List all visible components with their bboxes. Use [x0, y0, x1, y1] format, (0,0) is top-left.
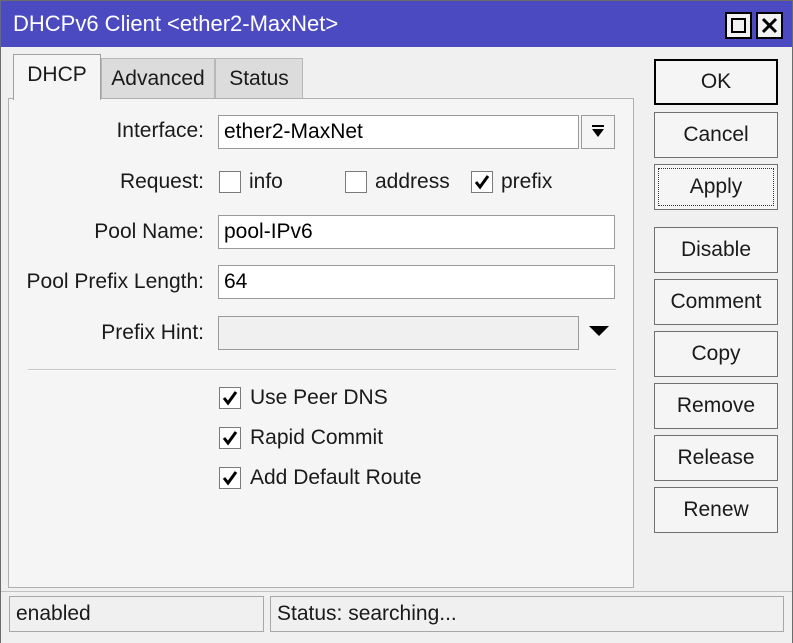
add-default-route-label: Add Default Route: [250, 466, 422, 489]
close-x-glyph: [761, 17, 778, 34]
prefix-hint-expand-icon[interactable]: [589, 326, 609, 336]
status-bar: enabled Status: searching...: [1, 591, 792, 643]
add-default-route-checkbox[interactable]: [219, 467, 241, 489]
tab-status[interactable]: Status: [215, 58, 303, 98]
pool-prefix-length-label: Pool Prefix Length:: [26, 270, 204, 293]
checkmark-icon: [474, 175, 490, 190]
window-title: DHCPv6 Client <ether2-MaxNet>: [13, 11, 339, 36]
remove-button[interactable]: Remove: [654, 383, 778, 429]
checkmark-icon: [222, 391, 238, 406]
tab-dhcp[interactable]: DHCP: [13, 54, 101, 100]
dhcpv6-client-window: DHCPv6 Client <ether2-MaxNet> DHCP Advan…: [0, 0, 793, 643]
maximize-icon[interactable]: [725, 12, 752, 39]
request-address-checkbox[interactable]: [345, 171, 367, 193]
interface-label: Interface:: [116, 119, 204, 142]
dropdown-arrow-icon: [592, 125, 604, 137]
renew-button[interactable]: Renew: [654, 487, 778, 533]
status-enabled: enabled: [9, 596, 264, 632]
disable-button[interactable]: Disable: [654, 227, 778, 273]
copy-button[interactable]: Copy: [654, 331, 778, 377]
titlebar[interactable]: DHCPv6 Client <ether2-MaxNet>: [1, 1, 792, 47]
request-address-label: address: [375, 170, 450, 193]
checkmark-icon: [222, 431, 238, 446]
use-peer-dns-label: Use Peer DNS: [250, 386, 388, 409]
interface-dropdown-button[interactable]: [581, 115, 615, 149]
cancel-button[interactable]: Cancel: [654, 112, 778, 158]
use-peer-dns-checkbox[interactable]: [219, 387, 241, 409]
left-edge: [1, 47, 7, 591]
close-icon[interactable]: [756, 12, 783, 39]
checkmark-icon: [222, 471, 238, 486]
request-info-checkbox[interactable]: [219, 171, 241, 193]
pool-prefix-length-field[interactable]: 64: [218, 265, 615, 299]
request-info-label: info: [249, 170, 283, 193]
status-searching: Status: searching...: [270, 596, 784, 632]
request-prefix-label: prefix: [501, 170, 553, 193]
release-button[interactable]: Release: [654, 435, 778, 481]
request-prefix-checkbox[interactable]: [471, 171, 493, 193]
rapid-commit-checkbox[interactable]: [219, 427, 241, 449]
interface-field[interactable]: ether2-MaxNet: [218, 115, 579, 149]
prefix-hint-label: Prefix Hint:: [101, 321, 204, 344]
comment-button[interactable]: Comment: [654, 279, 778, 325]
prefix-hint-field[interactable]: [218, 316, 579, 350]
pool-name-label: Pool Name:: [94, 220, 204, 243]
pool-name-field[interactable]: pool-IPv6: [218, 215, 615, 249]
ok-button[interactable]: OK: [654, 59, 778, 105]
separator: [28, 369, 616, 371]
request-label: Request:: [119, 170, 204, 193]
rapid-commit-label: Rapid Commit: [250, 426, 384, 449]
apply-button[interactable]: Apply: [654, 164, 778, 210]
tab-advanced[interactable]: Advanced: [101, 58, 215, 98]
